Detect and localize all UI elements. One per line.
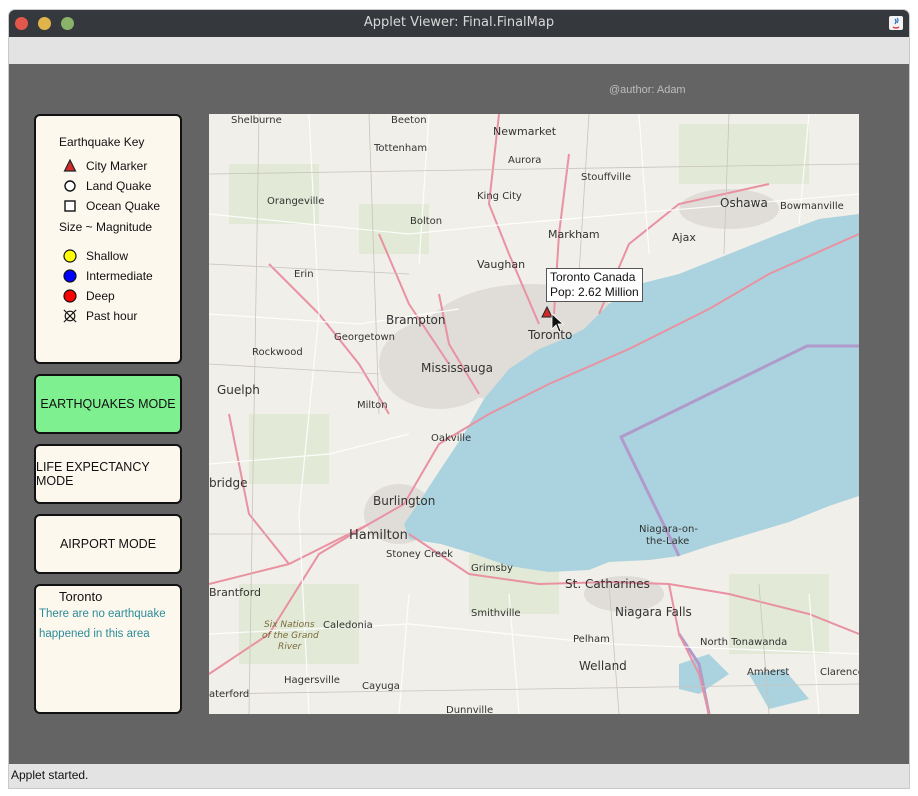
key-item-city-marker: City Marker: [63, 158, 147, 174]
map-labels: Shelburne Beeton Newmarket Tottenham Aur…: [209, 114, 859, 714]
map-label: of the Grand: [262, 631, 319, 641]
map-label: Welland: [579, 659, 627, 673]
map-label: Ajax: [672, 231, 696, 244]
map-label: Rockwood: [252, 347, 303, 358]
map-label: Aurora: [508, 155, 542, 166]
city-info-panel: Toronto There are no earthquake happened…: [34, 584, 182, 714]
info-message: There are no earthquake happened in this…: [39, 608, 166, 640]
map-label: Clarence: [820, 667, 859, 678]
map-label: Brantford: [209, 586, 262, 599]
crossed-circle-icon: [63, 309, 77, 323]
map-label: the-Lake: [646, 536, 690, 547]
map-label: Orangeville: [267, 196, 325, 207]
map-label: North Tonawanda: [700, 637, 788, 648]
key-title: Earthquake Key: [59, 135, 145, 149]
key-item-label: Deep: [86, 289, 115, 303]
key-item-label: Intermediate: [86, 269, 153, 283]
map-label: Smithville: [471, 608, 521, 619]
map-label: Niagara Falls: [615, 605, 692, 619]
title-bar[interactable]: Applet Viewer: Final.FinalMap: [9, 10, 909, 37]
map-label: bridge: [209, 476, 248, 490]
map-label: Stoney Creek: [386, 549, 453, 560]
map-label: St. Catharines: [565, 577, 650, 591]
window-title: Applet Viewer: Final.FinalMap: [363, 15, 555, 30]
status-text: Applet started.: [11, 768, 89, 782]
map-label: Bolton: [410, 216, 443, 227]
map-label: Newmarket: [493, 125, 557, 138]
key-item-label: Ocean Quake: [86, 199, 161, 213]
map-label: Pelham: [573, 634, 610, 645]
map-label: Dunnville: [446, 705, 494, 714]
square-outline-icon: [63, 199, 77, 213]
author-credit: @author: Adam: [609, 84, 686, 96]
map-label: Oakville: [431, 433, 472, 444]
map-view[interactable]: Shelburne Beeton Newmarket Tottenham Aur…: [209, 114, 859, 714]
map-label: Markham: [548, 228, 600, 241]
tooltip-city-name: Toronto Canada: [550, 270, 636, 284]
key-item-shallow: Shallow: [63, 248, 128, 264]
city-tooltip: Toronto Canada Pop: 2.62 Million: [546, 268, 643, 302]
status-bar: Applet started.: [9, 764, 909, 788]
red-triangle-icon: [63, 159, 77, 173]
key-item-label: Shallow: [86, 249, 129, 263]
map-label: Six Nations: [264, 620, 315, 630]
key-item-past-hour: Past hour: [63, 308, 137, 324]
map-label: Vaughan: [477, 258, 526, 271]
map-label: Beeton: [391, 115, 427, 126]
map-label: Brampton: [386, 313, 446, 327]
key-item-label: City Marker: [86, 159, 148, 173]
map-label: Georgetown: [334, 332, 396, 343]
key-item-deep: Deep: [63, 288, 115, 304]
tooltip-population: Pop: 2.62 Million: [550, 285, 639, 299]
airport-mode-button[interactable]: AIRPORT MODE: [34, 514, 182, 574]
map-label: Guelph: [217, 383, 260, 397]
map-label: Toronto: [528, 328, 573, 342]
key-item-intermediate: Intermediate: [63, 268, 153, 284]
map-label: Milton: [357, 400, 388, 411]
map-label: Oshawa: [720, 196, 768, 210]
applet-menu-bar[interactable]: [9, 37, 909, 64]
map-label: Tottenham: [374, 143, 428, 154]
map-label: Amherst: [747, 667, 790, 678]
map-label: Burlington: [373, 494, 436, 508]
map-label: Grimsby: [471, 563, 513, 574]
blue-circle-icon: [63, 269, 77, 283]
key-item-label: Past hour: [86, 309, 138, 323]
map-label: Erin: [294, 269, 314, 280]
red-circle-icon: [63, 289, 77, 303]
map-label: Shelburne: [231, 115, 282, 126]
info-city-name: Toronto: [59, 589, 103, 604]
key-item-label: Land Quake: [86, 179, 152, 193]
map-label: Stouffville: [581, 172, 632, 183]
map-label: River: [278, 642, 302, 652]
applet-canvas: @author: Adam Earthquake Key City Marker…: [9, 64, 909, 764]
map-label: Hagersville: [284, 675, 340, 686]
map-label: Mississauga: [421, 361, 493, 375]
key-item-ocean-quake: Ocean Quake: [63, 198, 160, 214]
map-label: Cayuga: [362, 681, 400, 692]
map-label: Niagara-on-: [639, 524, 698, 535]
earthquake-key-panel: Earthquake Key City Marker Land Quake Oc…: [34, 114, 182, 364]
key-item-land-quake: Land Quake: [63, 178, 151, 194]
java-app-icon: [889, 16, 903, 30]
map-label: aterford: [209, 689, 250, 700]
map-label: King City: [477, 191, 522, 202]
earthquakes-mode-button[interactable]: EARTHQUAKES MODE: [34, 374, 182, 434]
life-expectancy-mode-button[interactable]: LIFE EXPECTANCY MODE: [34, 444, 182, 504]
key-size-label: Size ~ Magnitude: [59, 220, 153, 234]
applet-window: Applet Viewer: Final.FinalMap @author: A…: [9, 10, 909, 788]
map-label: Caledonia: [323, 620, 373, 631]
yellow-circle-icon: [63, 249, 77, 263]
map-label: Bowmanville: [780, 201, 844, 212]
circle-outline-icon: [63, 179, 77, 193]
map-label: Hamilton: [349, 528, 408, 543]
